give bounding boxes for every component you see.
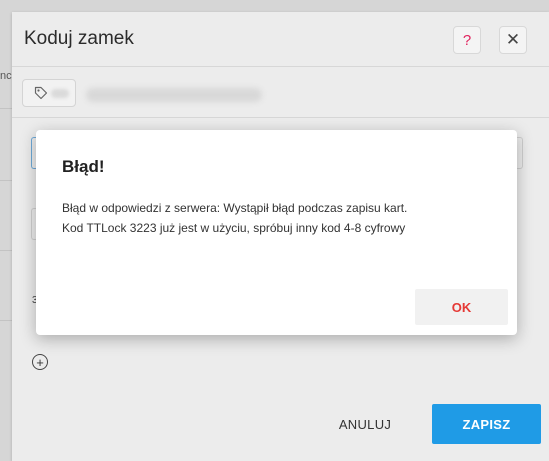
modal-title: Koduj zamek — [24, 28, 134, 49]
add-card-button[interactable]: + — [32, 354, 48, 370]
bg-edge-text: nc — [0, 70, 12, 82]
close-button[interactable]: ✕ — [499, 26, 527, 54]
redacted-tag-text — [51, 89, 69, 98]
error-message-line: Kod TTLock 3223 już jest w użyciu, sprób… — [62, 221, 406, 235]
lock-info-row — [12, 67, 549, 118]
error-dialog: Błąd! Błąd w odpowiedzi z serwera: Wystą… — [36, 130, 517, 335]
close-icon: ✕ — [505, 30, 521, 49]
plus-circle-icon: + — [36, 354, 44, 370]
tag-chip[interactable] — [22, 79, 76, 107]
help-button[interactable]: ? — [453, 26, 481, 54]
error-message-line: Błąd w odpowiedzi z serwera: Wystąpił bł… — [62, 201, 408, 215]
error-title: Błąd! — [62, 157, 105, 176]
input-field-edge[interactable] — [516, 137, 523, 169]
redacted-lock-name — [86, 88, 262, 102]
tag-icon — [34, 86, 48, 100]
modal-header: Koduj zamek ? ✕ — [12, 12, 549, 67]
screen: nc o O o o Koduj zamek ? ✕ — [0, 0, 549, 461]
error-message: Błąd w odpowiedzi z serwera: Wystąpił bł… — [62, 198, 502, 238]
save-button[interactable]: ZAPISZ — [432, 404, 541, 444]
cancel-button[interactable]: ANULUJ — [328, 407, 402, 441]
question-icon: ? — [462, 31, 472, 49]
ok-button[interactable]: OK — [415, 289, 508, 325]
